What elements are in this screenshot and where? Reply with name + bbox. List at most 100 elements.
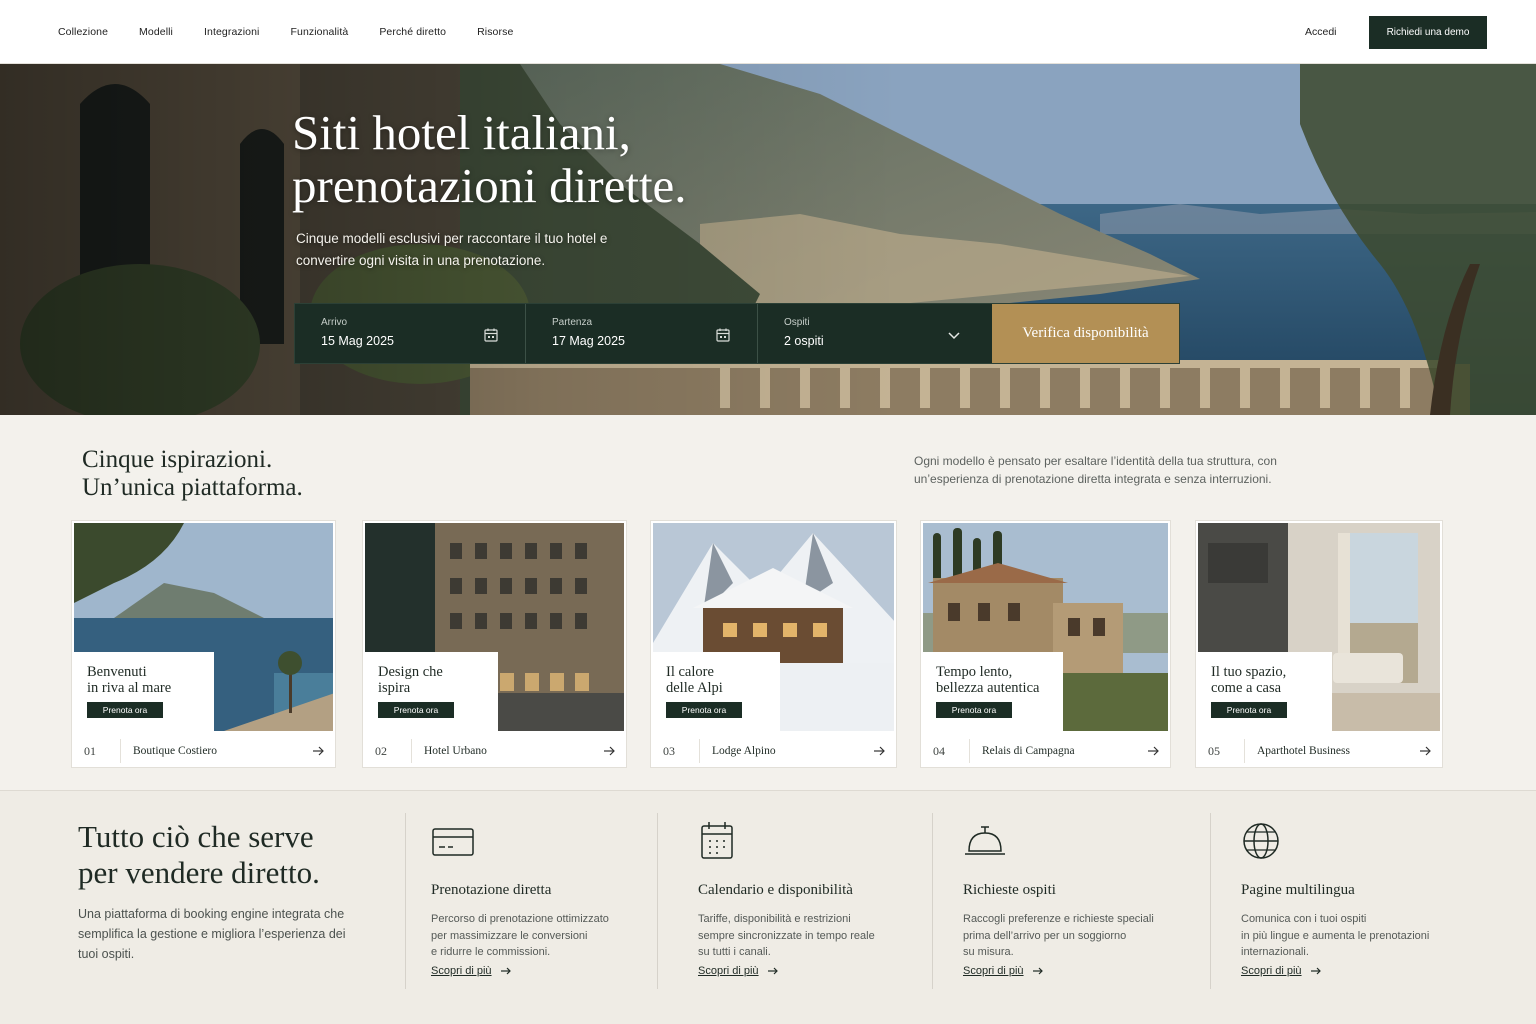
feature-name: Richieste ospiti	[963, 882, 1056, 898]
feature-guest-requests: Richieste ospiti Raccogli preferenze e r…	[932, 813, 1208, 989]
learn-more-link[interactable]: Scopri di più	[698, 965, 779, 977]
model-card-hotel-urbano[interactable]: Design che ispira Prenota ora 02 Hotel U…	[362, 520, 627, 768]
models-section-description: Ogni modello è pensato per esaltare l’id…	[914, 454, 1277, 486]
card-name: Relais di Campagna	[982, 745, 1075, 757]
globe-icon	[1243, 823, 1279, 859]
learn-more-link[interactable]: Scopri di più	[1241, 965, 1322, 977]
nav-link-risorse[interactable]: Risorse	[477, 26, 513, 38]
card-number: 04	[921, 739, 970, 763]
departure-date-field[interactable]: Partenza 17 Mag 2025	[526, 304, 758, 363]
nav-link-integrazioni[interactable]: Integrazioni	[204, 26, 259, 38]
card-number: 02	[363, 739, 412, 763]
card-footer: 01 Boutique Costiero	[72, 733, 335, 769]
departure-value: 17 Mag 2025	[552, 334, 625, 348]
arrow-right-icon	[1032, 967, 1043, 975]
chevron-down-icon[interactable]	[946, 327, 962, 343]
arrow-right-icon[interactable]	[1418, 744, 1432, 758]
feature-text: Comunica con i tuoi ospiti in più lingue…	[1241, 913, 1430, 958]
availability-search-bar: Arrivo 15 Mag 2025 Partenza 17 Mag 2025	[294, 303, 1180, 364]
arrow-right-icon[interactable]	[1146, 744, 1160, 758]
credit-card-icon	[432, 828, 474, 856]
card-footer: 03 Lodge Alpino	[651, 733, 896, 769]
main-menu: Collezione Modelli Integrazioni Funziona…	[58, 0, 544, 64]
request-demo-button[interactable]: Richiedi una demo	[1369, 16, 1487, 49]
book-now-button[interactable]: Prenota ora	[1211, 702, 1287, 718]
hero-section: Siti hotel italiani, prenotazioni dirett…	[0, 64, 1536, 415]
arrival-date-field[interactable]: Arrivo 15 Mag 2025	[295, 304, 526, 363]
learn-more-label: Scopri di più	[698, 965, 759, 977]
hero-subtitle: Cinque modelli esclusivi per raccontare …	[296, 231, 608, 268]
card-headline: Il calore delle Alpi	[666, 664, 723, 696]
calendar-icon[interactable]	[715, 327, 731, 343]
arrow-right-icon[interactable]	[872, 744, 886, 758]
models-section-title: Cinque ispirazioni. Un’unica piattaforma…	[82, 446, 303, 501]
model-card-relais-di-campagna[interactable]: Tempo lento, bellezza autentica Prenota …	[920, 520, 1171, 768]
nav-link-funzionalita[interactable]: Funzionalità	[290, 26, 348, 38]
feature-text: Tariffe, disponibilità e restrizioni sem…	[698, 913, 875, 958]
feature-direct-booking: Prenotazione diretta Percorso di prenota…	[405, 813, 655, 989]
card-caption: Tempo lento, bellezza autentica Prenota …	[923, 652, 1063, 731]
features-title: Tutto ciò che serve per vendere diretto.	[78, 819, 320, 890]
learn-more-label: Scopri di più	[431, 965, 492, 977]
model-card-lodge-alpino[interactable]: Il calore delle Alpi Prenota ora 03 Lodg…	[650, 520, 897, 768]
book-now-button[interactable]: Prenota ora	[666, 702, 742, 718]
guests-value: 2 ospiti	[784, 334, 824, 348]
card-footer: 05 Aparthotel Business	[1196, 733, 1442, 769]
book-now-button[interactable]: Prenota ora	[936, 702, 1012, 718]
card-caption: Design che ispira Prenota ora	[365, 652, 498, 731]
login-link[interactable]: Accedi	[1305, 26, 1337, 38]
card-number: 05	[1196, 739, 1245, 763]
card-caption: Il tuo spazio, come a casa Prenota ora	[1198, 652, 1332, 731]
service-bell-icon	[965, 826, 1005, 855]
calendar-icon[interactable]	[483, 327, 499, 343]
learn-more-link[interactable]: Scopri di più	[431, 965, 512, 977]
feature-name: Prenotazione diretta	[431, 882, 552, 898]
card-number: 03	[651, 739, 700, 763]
card-footer: 04 Relais di Campagna	[921, 733, 1170, 769]
feature-name: Pagine multilingua	[1241, 882, 1355, 898]
nav-link-perche-diretto[interactable]: Perché diretto	[379, 26, 446, 38]
arrow-right-icon[interactable]	[311, 744, 325, 758]
book-now-button[interactable]: Prenota ora	[87, 702, 163, 718]
card-name: Aparthotel Business	[1257, 745, 1350, 757]
card-name: Lodge Alpino	[712, 745, 776, 757]
arrow-right-icon	[500, 967, 511, 975]
nav-link-modelli[interactable]: Modelli	[139, 26, 173, 38]
calendar-icon	[701, 822, 733, 859]
card-name: Boutique Costiero	[133, 745, 218, 757]
guests-select[interactable]: Ospiti 2 ospiti	[758, 304, 992, 363]
guests-label: Ospiti	[784, 317, 810, 328]
learn-more-label: Scopri di più	[1241, 965, 1302, 977]
model-card-aparthotel-business[interactable]: Il tuo spazio, come a casa Prenota ora 0…	[1195, 520, 1443, 768]
hero-title: Siti hotel italiani, prenotazioni dirett…	[292, 105, 687, 213]
feature-multilingual: Pagine multilingua Comunica con i tuoi o…	[1210, 813, 1470, 989]
arrow-right-icon	[1310, 967, 1321, 975]
card-caption: Il calore delle Alpi Prenota ora	[653, 652, 780, 731]
feature-name: Calendario e disponibilità	[698, 882, 853, 898]
card-name: Hotel Urbano	[424, 745, 487, 757]
feature-text: Raccogli preferenze e richieste speciali…	[963, 913, 1154, 958]
card-number: 01	[72, 739, 121, 763]
feature-calendar: Calendario e disponibilità Tariffe, disp…	[657, 813, 927, 989]
model-card-boutique-costiero[interactable]: Benvenuti in riva al mare Prenota ora 01…	[71, 520, 336, 768]
nav-link-collezione[interactable]: Collezione	[58, 26, 108, 38]
book-now-button[interactable]: Prenota ora	[378, 702, 454, 718]
feature-text: Percorso di prenotazione ottimizzato per…	[431, 913, 609, 958]
check-availability-button[interactable]: Verifica disponibilità	[992, 304, 1179, 363]
arrival-label: Arrivo	[321, 317, 348, 328]
arrow-right-icon	[767, 967, 778, 975]
card-headline: Benvenuti in riva al mare	[87, 664, 172, 696]
card-footer: 02 Hotel Urbano	[363, 733, 626, 769]
departure-label: Partenza	[552, 317, 593, 328]
card-headline: Design che ispira	[378, 664, 443, 696]
card-headline: Tempo lento, bellezza autentica	[936, 664, 1040, 696]
top-navigation: Collezione Modelli Integrazioni Funziona…	[0, 0, 1536, 64]
arrival-value: 15 Mag 2025	[321, 334, 394, 348]
features-section: Tutto ciò che serve per vendere diretto.…	[0, 790, 1536, 1024]
features-description: Una piattaforma di booking engine integr…	[78, 907, 346, 961]
learn-more-link[interactable]: Scopri di più	[963, 965, 1044, 977]
learn-more-label: Scopri di più	[963, 965, 1024, 977]
card-headline: Il tuo spazio, come a casa	[1211, 664, 1287, 696]
arrow-right-icon[interactable]	[602, 744, 616, 758]
card-caption: Benvenuti in riva al mare Prenota ora	[74, 652, 214, 731]
